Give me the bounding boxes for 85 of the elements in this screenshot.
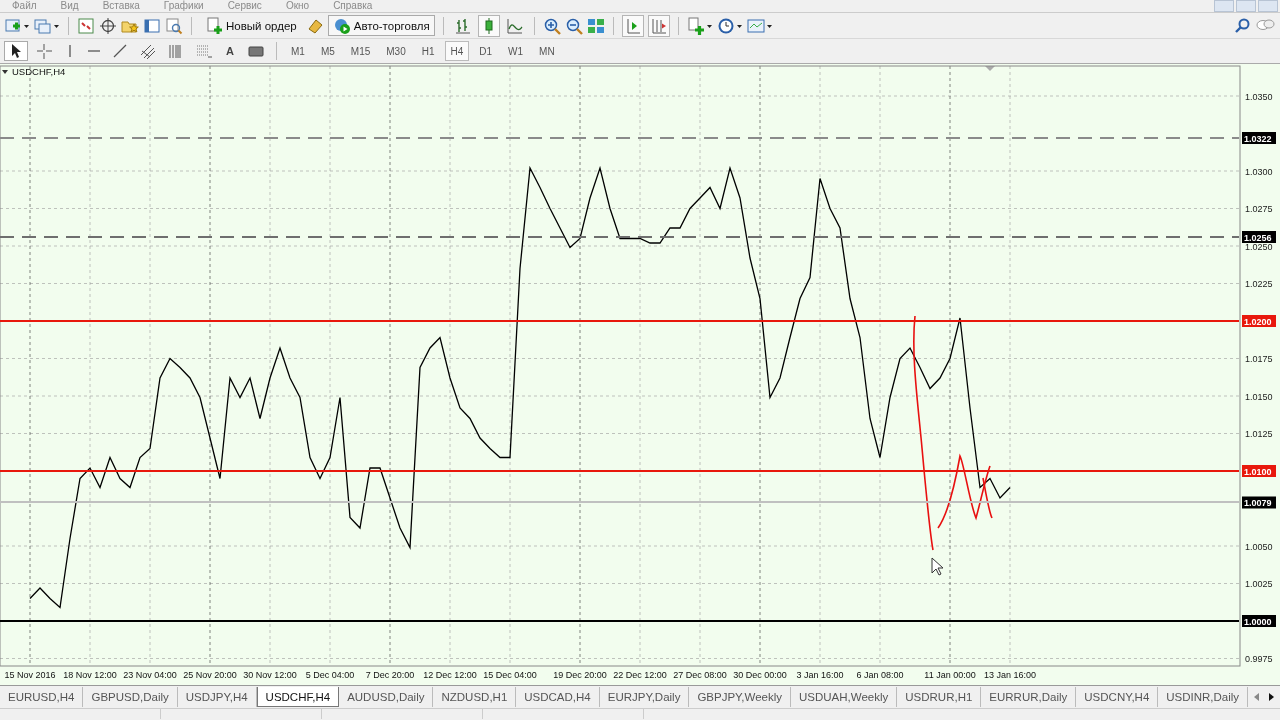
- bars-chart-icon[interactable]: [453, 16, 472, 35]
- price-level[interactable]: 1.0000: [0, 615, 1276, 627]
- price-axis-label: 1.0025: [1245, 579, 1273, 589]
- scroll-left-icon[interactable]: [1254, 693, 1261, 701]
- time-axis-label: 13 Jan 16:00: [984, 670, 1036, 680]
- chart-tab[interactable]: GBPJPY,Weekly: [689, 687, 791, 707]
- time-axis-label: 15 Dec 04:00: [483, 670, 537, 680]
- fibo-grid-icon: [195, 42, 213, 60]
- auto-trading-button[interactable]: Авто-торговля: [327, 15, 435, 36]
- chart-tab[interactable]: USDRUR,H1: [897, 687, 982, 707]
- price-level[interactable]: 1.0100: [0, 465, 1276, 477]
- shift-marker-icon[interactable]: [985, 66, 995, 71]
- time-axis-label: 7 Dec 20:00: [365, 670, 415, 680]
- price-axis-label: 1.0050: [1245, 541, 1273, 552]
- time-axis-label: 18 Nov 12:00: [63, 670, 117, 680]
- clock-icon[interactable]: [716, 16, 735, 35]
- price-level[interactable]: 1.0322: [0, 132, 1276, 144]
- cursor-tool[interactable]: [4, 41, 28, 61]
- chart-tab[interactable]: USDCHF,H4: [256, 687, 340, 707]
- price-axis-label: 1.0300: [1245, 166, 1273, 177]
- time-axis-label: 5 Dec 04:00: [305, 670, 355, 680]
- timeframe-button[interactable]: M30: [380, 41, 412, 61]
- price-axis-label: 1.0225: [1245, 279, 1273, 289]
- text-tool[interactable]: A: [220, 41, 240, 61]
- chart-symbol-label: USDCHF,H4: [12, 66, 66, 77]
- time-axis-label: 11 Jan 00:00: [924, 670, 976, 680]
- crosshair-icon: [35, 42, 53, 60]
- new-order-button[interactable]: Новый ордер: [200, 15, 302, 36]
- time-axis-label: 30 Nov 12:00: [243, 670, 297, 680]
- chart-tab[interactable]: NZDUSD,H1: [433, 687, 517, 707]
- timeframe-button[interactable]: M5: [314, 41, 341, 61]
- zoom-out-icon[interactable]: [564, 16, 583, 35]
- price-axis-label: 0.9975: [1245, 654, 1273, 664]
- price-level[interactable]: 1.0079: [0, 496, 1276, 509]
- chart-tab[interactable]: AUDUSD,Daily: [339, 687, 434, 707]
- freehand-drawing[interactable]: [913, 315, 993, 551]
- mouse-cursor-icon: [931, 557, 944, 576]
- time-axis-label: 23 Nov 04:00: [123, 670, 177, 680]
- timeframe-button[interactable]: MN: [533, 41, 561, 61]
- time-axis-label: 27 Dec 08:00: [673, 670, 727, 680]
- dropdown-triangle-icon[interactable]: [2, 70, 8, 74]
- time-axis-label: 30 Dec 00:00: [733, 670, 787, 680]
- scroll-right-icon[interactable]: [1268, 693, 1275, 701]
- order-plus-icon[interactable]: [205, 16, 223, 35]
- time-axis-label: 22 Dec 12:00: [613, 670, 667, 680]
- chart-tab[interactable]: USDCNY,H4: [1076, 687, 1159, 707]
- timeframe-button[interactable]: W1: [502, 41, 530, 61]
- price-level[interactable]: 1.0200: [0, 315, 1276, 327]
- time-axis-label: 19 Dec 20:00: [553, 670, 607, 680]
- chart-tab[interactable]: USDUAH,Weekly: [791, 687, 898, 707]
- price-level[interactable]: 1.0256: [0, 231, 1276, 243]
- chart-tab[interactable]: USDJPY,H4: [177, 687, 257, 707]
- channel-icon: [139, 42, 157, 60]
- time-axis-label: 6 Jan 08:00: [856, 670, 904, 680]
- window-icon[interactable]: [143, 16, 161, 35]
- horizontal-line-icon: [87, 49, 101, 53]
- chart-tab[interactable]: EURJPY,Daily: [599, 687, 690, 707]
- zoom-in-icon[interactable]: [542, 16, 561, 35]
- price-axis-label: 1.0150: [1245, 391, 1273, 402]
- vertical-line-icon: [68, 44, 72, 58]
- price-axis-label: 1.0350: [1245, 91, 1273, 102]
- search-icon[interactable]: [1234, 16, 1252, 35]
- timeframe-button[interactable]: D1: [473, 41, 499, 61]
- chart-tab[interactable]: EURUSD,H4: [0, 687, 84, 707]
- magnifier-chart-icon[interactable]: [165, 16, 183, 35]
- chart-tab[interactable]: USDCAD,H4: [516, 687, 600, 707]
- price-axis-label: 1.0125: [1245, 429, 1273, 439]
- time-axis-label: 3 Jan 16:00: [796, 670, 844, 680]
- crosshair-icon[interactable]: [99, 16, 117, 35]
- timeframe-button[interactable]: H1: [415, 41, 441, 61]
- chart-shift-icon[interactable]: [649, 16, 668, 35]
- timeframe-button[interactable]: M15: [344, 41, 377, 61]
- timeframe-button[interactable]: H4: [444, 41, 470, 61]
- price-axis-label: 1.0275: [1245, 204, 1273, 214]
- timeframe-button[interactable]: M1: [285, 41, 311, 61]
- tile-windows-icon[interactable]: [586, 16, 605, 35]
- time-axis-label: 25 Nov 20:00: [183, 670, 237, 680]
- time-axis-label: 15 Nov 2016: [4, 670, 56, 680]
- time-axis-label: 12 Dec 12:00: [423, 670, 477, 680]
- chart-tab[interactable]: GBPUSD,Daily: [83, 687, 178, 707]
- price-axis-label: 1.0175: [1245, 354, 1273, 364]
- trendline-icon: [111, 42, 129, 60]
- line-chart-icon[interactable]: [505, 16, 524, 35]
- chart-tab[interactable]: EURRUR,Daily: [981, 687, 1077, 707]
- price-axis-label: 1.0250: [1245, 241, 1273, 252]
